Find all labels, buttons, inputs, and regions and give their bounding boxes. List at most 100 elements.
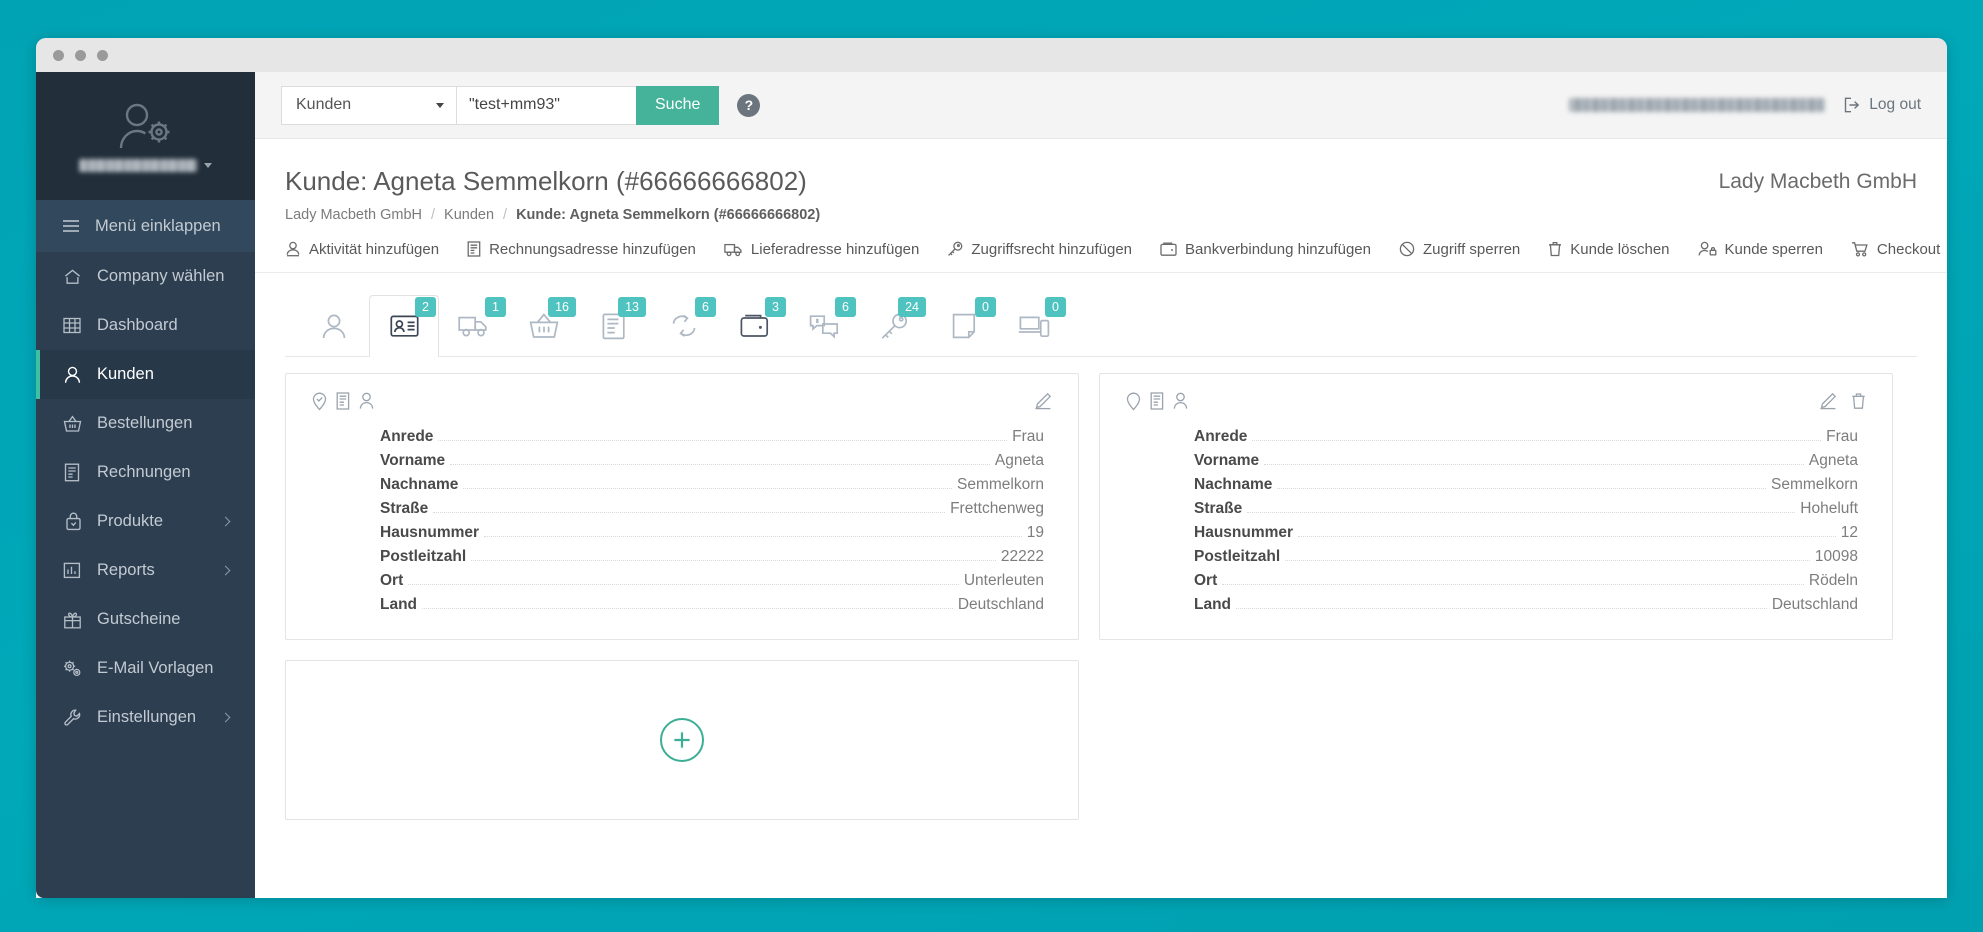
search-bar: Kunden Suche ? (281, 85, 761, 125)
field-label: Ort (380, 571, 404, 589)
note-icon (952, 313, 976, 339)
action-label: Lieferadresse hinzufügen (750, 240, 920, 258)
trash-icon[interactable] (1851, 392, 1866, 410)
sidebar-item-kunden[interactable]: Kunden (36, 350, 255, 399)
tab-subscriptions[interactable]: 6 (649, 295, 719, 357)
action-label: Kunde sperren (1724, 240, 1823, 258)
address-card-grid: Anrede Frau Vorname Agneta Nachname Semm… (255, 357, 1947, 820)
edit-icon[interactable] (1819, 392, 1837, 410)
dot-leader (1222, 583, 1804, 585)
edit-icon[interactable] (1034, 392, 1052, 410)
breadcrumb-item[interactable]: Lady Macbeth GmbH (285, 207, 422, 223)
help-icon[interactable]: ? (737, 93, 761, 117)
address-row: Land Deutschland (380, 593, 1044, 617)
field-value: Rödeln (1808, 571, 1858, 589)
sidebar-item-produkte[interactable]: Produkte (36, 497, 255, 546)
sidebar-item-label: Rechnungen (97, 463, 191, 481)
sidebar-item-label: Company wählen (97, 267, 225, 285)
dot-leader (433, 511, 946, 513)
field-value: 19 (1026, 523, 1044, 541)
breadcrumb-item-current: Kunde: Agneta Semmelkorn (#66666666802) (516, 206, 821, 223)
sidebar-item-einstellungen[interactable]: Einstellungen (36, 693, 255, 742)
tab-devices[interactable]: 0 (999, 295, 1069, 357)
recurring-icon (669, 313, 699, 339)
sidebar-item-email-vorlagen[interactable]: E-Mail Vorlagen (36, 644, 255, 693)
sidebar-item-label: Einstellungen (97, 708, 197, 726)
tab-badge: 0 (1045, 296, 1066, 317)
action-add-activity[interactable]: Aktivität hinzufügen (285, 241, 439, 258)
address-card-header (312, 391, 1052, 411)
tab-orders[interactable]: 16 (509, 295, 579, 357)
tab-badge: 2 (415, 296, 436, 317)
invoice-icon (467, 241, 481, 257)
field-value: Deutschland (957, 595, 1044, 613)
address-row: Hausnummer 19 (380, 521, 1044, 545)
address-card: Anrede Frau Vorname Agneta Nachname Semm… (285, 372, 1079, 640)
dot-leader (438, 439, 1008, 441)
logout-icon (1844, 97, 1861, 113)
chevron-down-icon (204, 162, 212, 168)
logout-button[interactable]: Log out (1844, 96, 1921, 114)
devices-icon (1018, 314, 1050, 338)
add-address-card[interactable] (285, 659, 1079, 820)
search-button[interactable]: Suche (636, 85, 720, 125)
action-add-billing-address[interactable]: Rechnungsadresse hinzufügen (467, 241, 696, 258)
product-bag-icon (62, 512, 82, 532)
window-minimize-dot[interactable] (75, 49, 86, 61)
sidebar-item-label: Reports (97, 561, 155, 579)
address-row: Postleitzahl 10098 (1194, 545, 1858, 569)
action-label: Checkout (1876, 240, 1941, 258)
plus-circle-icon[interactable] (660, 717, 704, 762)
action-add-access-right[interactable]: Zugriffsrecht hinzufügen (947, 241, 1132, 258)
tab-badge: 3 (765, 296, 786, 317)
tab-notes[interactable]: 0 (929, 295, 999, 357)
person-icon (321, 313, 347, 340)
dot-leader (1252, 439, 1822, 441)
tab-delivery[interactable]: 1 (439, 295, 509, 357)
sidebar-item-rechnungen[interactable]: Rechnungen (36, 448, 255, 497)
action-block-customer[interactable]: Kunde sperren (1698, 241, 1823, 258)
tab-access[interactable]: 24 (859, 295, 929, 357)
dot-leader (1298, 535, 1836, 537)
address-row: Ort Unterleuten (380, 569, 1044, 593)
search-scope-select[interactable]: Kunden (281, 85, 456, 125)
window-zoom-dot[interactable] (97, 49, 108, 61)
tab-messages[interactable]: 6 (789, 295, 859, 357)
sidebar-collapse-toggle[interactable]: Menü einklappen (36, 200, 255, 252)
search-input[interactable] (456, 85, 636, 125)
tab-payments[interactable]: 3 (719, 295, 789, 357)
sidebar-item-gutscheine[interactable]: Gutscheine (36, 595, 255, 644)
field-label: Land (1194, 595, 1232, 613)
address-row: Postleitzahl 22222 (380, 545, 1044, 569)
sidebar-item-dashboard[interactable]: Dashboard (36, 301, 255, 350)
address-row: Anrede Frau (380, 425, 1044, 449)
basket-icon (62, 414, 82, 434)
action-add-bank-account[interactable]: Bankverbindung hinzufügen (1160, 241, 1371, 258)
address-card: Anrede Frau Vorname Agneta Nachname Semm… (1099, 372, 1893, 640)
field-label: Straße (380, 499, 429, 517)
sidebar-item-company[interactable]: Company wählen (36, 252, 255, 301)
wrench-icon (62, 708, 82, 728)
action-checkout[interactable]: Checkout (1851, 241, 1940, 258)
tab-addresses[interactable]: 2 (369, 294, 439, 357)
field-label: Postleitzahl (1194, 547, 1281, 565)
action-add-delivery-address[interactable]: Lieferadresse hinzufügen (724, 241, 919, 258)
sidebar-item-reports[interactable]: Reports (36, 546, 255, 595)
key-icon (947, 241, 963, 257)
breadcrumb-separator: / (503, 206, 508, 223)
action-delete-customer[interactable]: Kunde löschen (1548, 241, 1670, 258)
breadcrumb: Lady Macbeth GmbH / Kunden / Kunde: Agne… (285, 207, 1719, 223)
tab-invoices[interactable]: 13 (579, 295, 649, 357)
tab-customer[interactable] (299, 295, 369, 357)
action-block-access[interactable]: Zugriff sperren (1399, 241, 1520, 258)
window-close-dot[interactable] (53, 49, 64, 61)
truck-icon (458, 314, 490, 338)
field-value: 22222 (1000, 547, 1044, 565)
sidebar-item-bestellungen[interactable]: Bestellungen (36, 399, 255, 448)
tab-badge: 0 (975, 296, 996, 317)
sidebar-user-menu[interactable] (79, 158, 212, 172)
field-label: Ort (1194, 571, 1218, 589)
tab-strip: 2 1 16 13 6 3 6 24 0 0 (255, 272, 1947, 357)
field-value: Unterleuten (963, 571, 1044, 589)
breadcrumb-item[interactable]: Kunden (444, 207, 494, 223)
